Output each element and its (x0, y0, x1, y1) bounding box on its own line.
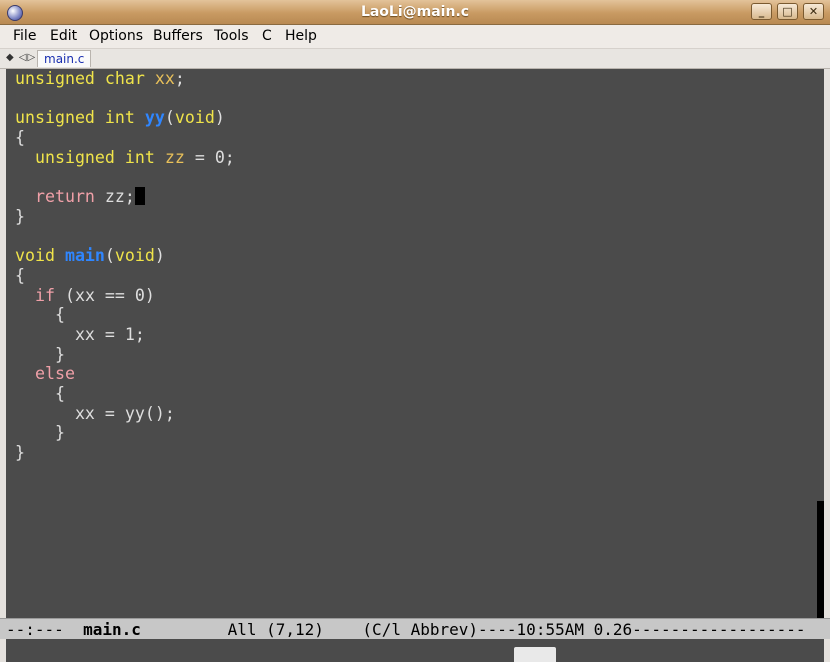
tab-main-c[interactable]: main.c (37, 50, 92, 67)
code-line[interactable] (15, 227, 235, 247)
modeline-prefix: --:--- (6, 620, 84, 639)
menu-options[interactable]: Options (89, 28, 143, 44)
menu-file[interactable]: File (13, 28, 36, 44)
code-line[interactable]: unsigned int zz = 0; (15, 148, 235, 168)
code-token: = 0; (184, 147, 235, 167)
menu-bar: File Edit Options Buffers Tools C Help (0, 25, 830, 49)
code-token: } (15, 423, 65, 443)
minibuffer-right-fringe (824, 639, 830, 662)
code-token: xx = 1; (15, 324, 145, 344)
code-token: main (64, 246, 105, 266)
code-token: unsigned char (15, 69, 155, 88)
mode-line: --:--- main.c All (7,12) (C/l Abbrev)---… (0, 618, 830, 639)
code-line[interactable]: { (15, 266, 235, 286)
menu-help[interactable]: Help (285, 28, 317, 44)
close-button[interactable]: ✕ (803, 3, 824, 20)
code-token: { (15, 265, 25, 285)
code-token: } (15, 443, 25, 463)
code-line[interactable]: unsigned char xx; (15, 69, 235, 89)
code-token: xx = yy(); (15, 403, 175, 423)
modeline-major-mode[interactable]: (C/l Abbrev) (362, 620, 478, 639)
text-cursor (134, 187, 145, 206)
code-buffer[interactable]: unsigned char xx; unsigned int yy(void){… (15, 69, 235, 463)
title-bar[interactable]: LaoLi@main.c _ □ ✕ (0, 0, 830, 25)
code-line[interactable] (15, 167, 235, 187)
modeline-position: All (7,12) (227, 620, 324, 639)
code-token: zz; (94, 187, 135, 207)
minibuffer-left-fringe (0, 639, 6, 662)
code-line[interactable]: } (15, 345, 235, 365)
modeline-rest: ----10:55AM 0.26------------------ (478, 620, 806, 639)
code-token: void (174, 108, 215, 128)
code-token: else (34, 364, 75, 384)
modeline-buffer-name[interactable]: main.c (83, 620, 141, 639)
menu-tools[interactable]: Tools (214, 28, 249, 44)
code-line[interactable]: } (15, 443, 235, 463)
code-token: { (15, 384, 65, 403)
code-line[interactable]: return zz; (15, 187, 235, 207)
code-token: return (34, 187, 95, 207)
minimize-button[interactable]: _ (751, 3, 772, 20)
modeline-gap (324, 620, 363, 639)
code-token: yy (144, 108, 165, 128)
code-token: if (34, 285, 55, 305)
code-line[interactable]: void main(void) (15, 246, 235, 266)
menu-c[interactable]: C (262, 28, 272, 44)
code-token: { (15, 128, 25, 148)
code-line[interactable]: else (15, 364, 235, 384)
code-token: ( (164, 108, 175, 128)
code-line[interactable]: xx = 1; (15, 325, 235, 345)
code-line[interactable]: xx = yy(); (15, 404, 235, 424)
code-line[interactable]: if (xx == 0) (15, 286, 235, 306)
code-token: } (15, 344, 65, 364)
code-token: } (15, 206, 25, 226)
code-line[interactable]: unsigned int yy(void) (15, 108, 235, 128)
menu-buffers[interactable]: Buffers (153, 28, 203, 44)
tab-scroll-arrows-icon[interactable]: ◆ ◁▷ (6, 52, 36, 63)
maximize-button[interactable]: □ (777, 3, 798, 20)
modeline-gap (141, 620, 228, 639)
code-line[interactable] (15, 89, 235, 109)
code-token: ) (214, 108, 225, 128)
code-line[interactable]: { (15, 384, 235, 404)
window-title: LaoLi@main.c (360, 4, 470, 20)
code-line[interactable]: } (15, 207, 235, 227)
code-token: ) (154, 246, 165, 266)
code-token: zz (164, 147, 185, 167)
code-token: ( (104, 246, 115, 266)
code-token: void (15, 246, 65, 266)
code-token: unsigned int (34, 147, 165, 167)
code-token: xx (154, 69, 175, 88)
left-fringe (0, 69, 6, 618)
scrollbar-empty-track[interactable] (817, 501, 824, 618)
code-line[interactable]: { (15, 305, 235, 325)
code-token: void (114, 246, 155, 266)
code-token: unsigned int (15, 108, 145, 128)
tab-bar: ◆ ◁▷ main.c (0, 49, 830, 69)
menu-edit[interactable]: Edit (50, 28, 77, 44)
code-token: (xx == 0) (54, 285, 155, 305)
code-line[interactable]: } (15, 423, 235, 443)
code-token: ; (174, 69, 185, 88)
code-line[interactable]: { (15, 128, 235, 148)
minibuffer[interactable] (0, 639, 830, 662)
code-token: { (15, 305, 65, 325)
resize-grip-icon[interactable] (514, 647, 556, 662)
editor-area[interactable]: unsigned char xx; unsigned int yy(void){… (0, 69, 830, 618)
right-fringe (824, 69, 830, 618)
